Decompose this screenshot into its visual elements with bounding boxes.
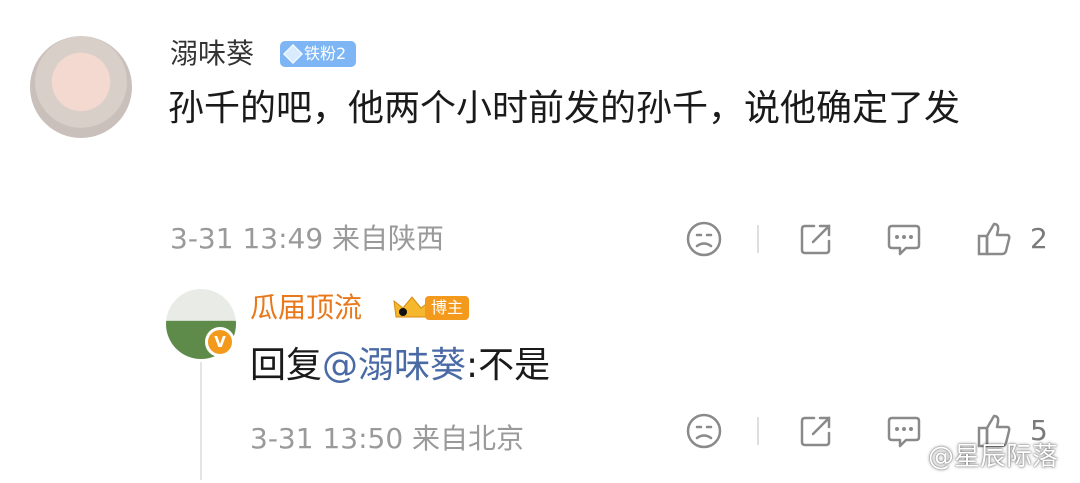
reply-share-button[interactable] (796, 411, 836, 451)
share-icon (800, 416, 831, 447)
blogger-badge-label: 博主 (425, 296, 469, 320)
like-icon (977, 222, 1011, 256)
like-button[interactable] (974, 219, 1014, 259)
comment-meta: 3-31 13:49 来自陕西 (170, 222, 445, 255)
reply-dislike-button[interactable] (684, 411, 724, 451)
like-count: 2 (1030, 222, 1048, 255)
comment-button[interactable] (884, 219, 924, 259)
replier-username[interactable]: 瓜届顶流 (250, 291, 362, 325)
comment-icon (887, 224, 921, 256)
reply-text: 回复@溺味葵:不是 (250, 341, 550, 391)
sad-face-icon (686, 221, 722, 257)
action-divider (757, 417, 759, 445)
blogger-badge[interactable]: 博主 (393, 293, 477, 323)
watermark-text: @星辰际落 (928, 442, 1059, 472)
commenter-username[interactable]: 溺味葵 (170, 37, 254, 71)
weibo-logo-icon (888, 446, 922, 471)
reply-prefix: 回复 (250, 345, 323, 386)
reply-body: :不是 (466, 345, 551, 386)
thread-line (200, 362, 202, 480)
fan-badge-label: 铁粉2 (304, 44, 347, 63)
dislike-button[interactable] (684, 219, 724, 259)
diamond-icon (283, 44, 303, 64)
reply-meta: 3-31 13:50 来自北京 (250, 422, 525, 455)
watermark: @星辰际落 (888, 440, 1058, 474)
commenter-avatar[interactable] (30, 36, 132, 138)
action-divider (757, 225, 759, 253)
mention-link[interactable]: @溺味葵 (322, 345, 466, 386)
sad-face-icon (686, 413, 722, 449)
comment-text: 孙千的吧，他两个小时前发的孙千，说他确定了发 (168, 88, 961, 129)
share-icon (800, 224, 831, 255)
verified-badge: V (205, 327, 235, 357)
fan-level-badge[interactable]: 铁粉2 (280, 41, 356, 67)
share-button[interactable] (796, 219, 836, 259)
